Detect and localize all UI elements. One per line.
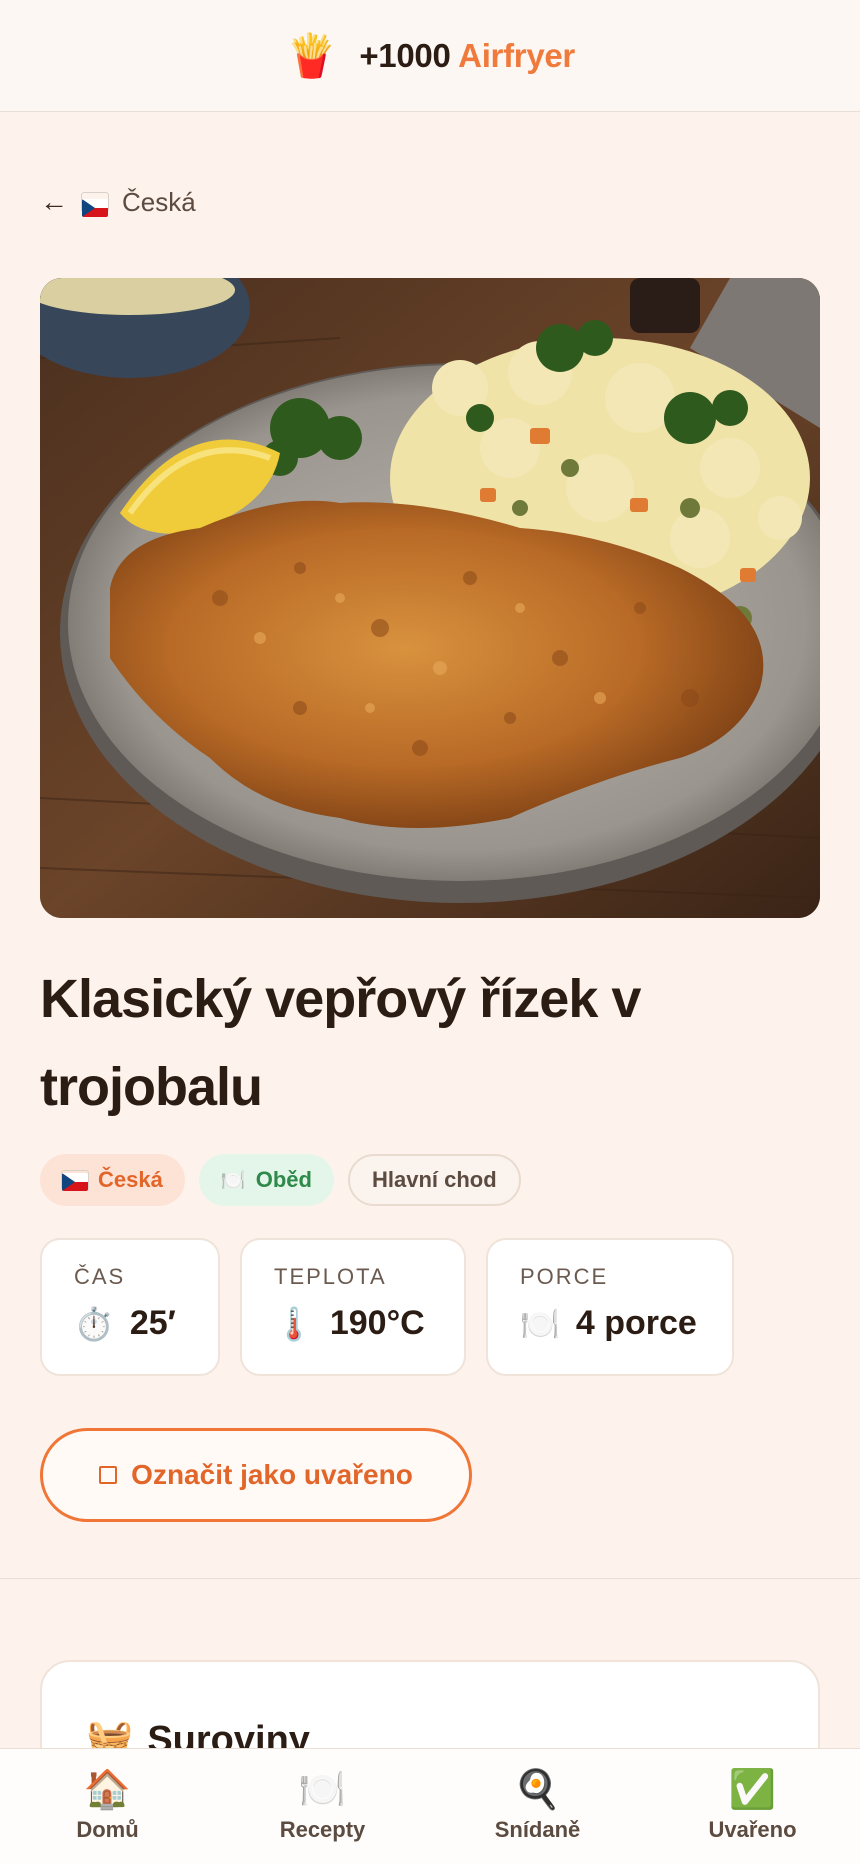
brand-number: +1000 — [359, 36, 451, 74]
thermometer-icon: 🌡️ — [274, 1305, 314, 1342]
nav-item-cooked[interactable]: ✅ Uvařeno — [645, 1749, 860, 1864]
czech-flag-icon — [82, 193, 108, 217]
recipe-stats: ČAS ⏱️ 25′ TEPLOTA 🌡️ 190°C PORCE 🍽️ 4 p… — [40, 1238, 734, 1376]
plate-icon: 🍽️ — [520, 1305, 560, 1342]
frying-pan-icon: 🍳 — [513, 1768, 562, 1811]
stat-time-value: 25′ — [129, 1304, 176, 1342]
stat-portions-label: PORCE — [520, 1264, 609, 1289]
house-icon: 🏠 — [83, 1768, 132, 1811]
mark-cooked-label: Označit jako uvařeno — [131, 1459, 413, 1490]
tag-cuisine[interactable]: Česká — [40, 1154, 185, 1206]
checkbox-icon — [99, 1466, 118, 1484]
stat-temperature: TEPLOTA 🌡️ 190°C — [240, 1238, 466, 1376]
breadcrumb-back-link[interactable]: ← Česká — [40, 186, 196, 218]
nav-recipes-label: Recepty — [279, 1816, 366, 1842]
section-divider — [0, 1578, 860, 1579]
recipe-photo — [40, 278, 820, 918]
brand-title[interactable]: +1000 Airfryer — [359, 37, 575, 75]
stat-portions: PORCE 🍽️ 4 porce — [486, 1238, 734, 1376]
check-mark-icon: ✅ — [728, 1768, 777, 1811]
stopwatch-icon: ⏱️ — [74, 1305, 114, 1342]
stat-temperature-label: TEPLOTA — [274, 1264, 387, 1289]
mark-cooked-button[interactable]: Označit jako uvařeno — [40, 1428, 472, 1522]
tag-course-label: Hlavní chod — [371, 1167, 497, 1192]
nav-item-recipes[interactable]: 🍽️ Recepty — [215, 1749, 430, 1864]
plate-icon: 🍽️ — [298, 1768, 347, 1811]
tag-cuisine-label: Česká — [98, 1167, 163, 1192]
fries-logo-icon: 🍟 — [285, 31, 338, 79]
app-header: 🍟 +1000 Airfryer — [0, 0, 860, 112]
nav-item-home[interactable]: 🏠 Domů — [0, 1749, 215, 1864]
recipe-tags: Česká 🍽️ Oběd Hlavní chod — [40, 1154, 521, 1206]
nav-home-label: Domů — [76, 1816, 139, 1842]
bottom-nav: 🏠 Domů 🍽️ Recepty 🍳 Snídaně ✅ Uvařeno — [0, 1748, 860, 1864]
breadcrumb-label: Česká — [122, 186, 196, 217]
nav-cooked-label: Uvařeno — [708, 1816, 797, 1842]
recipe-page: 🍟 +1000 Airfryer ← Česká Klasický vepřov… — [0, 0, 860, 1864]
nav-item-breakfast[interactable]: 🍳 Snídaně — [430, 1749, 645, 1864]
stat-temperature-value: 190°C — [329, 1304, 425, 1342]
plate-icon: 🍽️ — [220, 1169, 246, 1192]
nav-breakfast-label: Snídaně — [494, 1816, 581, 1842]
stat-time: ČAS ⏱️ 25′ — [40, 1238, 220, 1376]
tag-course[interactable]: Hlavní chod — [347, 1154, 521, 1206]
recipe-title: Klasický vepřový řízek v trojobalu — [40, 969, 641, 1117]
back-arrow-icon: ← — [40, 186, 68, 217]
stat-portions-value: 4 porce — [575, 1304, 697, 1342]
stat-time-label: ČAS — [74, 1264, 126, 1289]
tag-meal[interactable]: 🍽️ Oběd — [198, 1154, 334, 1206]
tag-meal-label: Oběd — [255, 1167, 312, 1192]
czech-flag-icon — [62, 1171, 88, 1191]
brand-accent: Airfryer — [458, 36, 575, 74]
